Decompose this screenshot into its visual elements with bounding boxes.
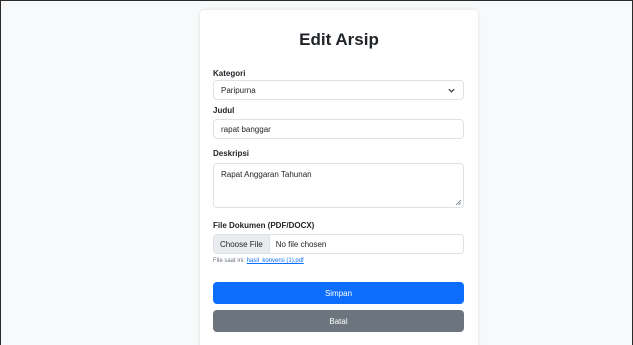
- file-label: File Dokumen (PDF/DOCX): [213, 221, 315, 230]
- deskripsi-label: Deskripsi: [213, 149, 250, 158]
- cancel-button[interactable]: Batal: [213, 310, 464, 332]
- file-input[interactable]: Choose File No file chosen: [213, 234, 464, 254]
- judul-value: rapat banggar: [221, 124, 271, 134]
- current-file-link[interactable]: hasil_konversi (1).pdf: [247, 258, 304, 264]
- deskripsi-value: Rapat Anggaran Tahunan: [221, 170, 312, 179]
- kategori-selected-value: Paripurna: [221, 85, 256, 95]
- current-file-hint: File saat ini: hasil_konversi (1).pdf: [213, 258, 304, 264]
- edit-archive-card: Edit Arsip Kategori Paripurna Judul rapa…: [200, 10, 478, 345]
- page-background: Edit Arsip Kategori Paripurna Judul rapa…: [0, 0, 633, 345]
- current-file-prefix: File saat ini:: [213, 258, 246, 264]
- deskripsi-textarea[interactable]: Rapat Anggaran Tahunan: [213, 163, 464, 208]
- judul-input[interactable]: rapat banggar: [213, 119, 464, 139]
- kategori-select[interactable]: Paripurna: [213, 80, 464, 100]
- judul-label: Judul: [213, 106, 235, 115]
- page-title: Edit Arsip: [299, 30, 379, 49]
- save-button[interactable]: Simpan: [213, 282, 464, 304]
- choose-file-button[interactable]: Choose File: [214, 235, 270, 253]
- kategori-label: Kategori: [213, 69, 246, 78]
- resize-grip-icon[interactable]: [455, 199, 461, 205]
- chevron-down-icon: [448, 88, 455, 93]
- file-status: No file chosen: [275, 239, 327, 249]
